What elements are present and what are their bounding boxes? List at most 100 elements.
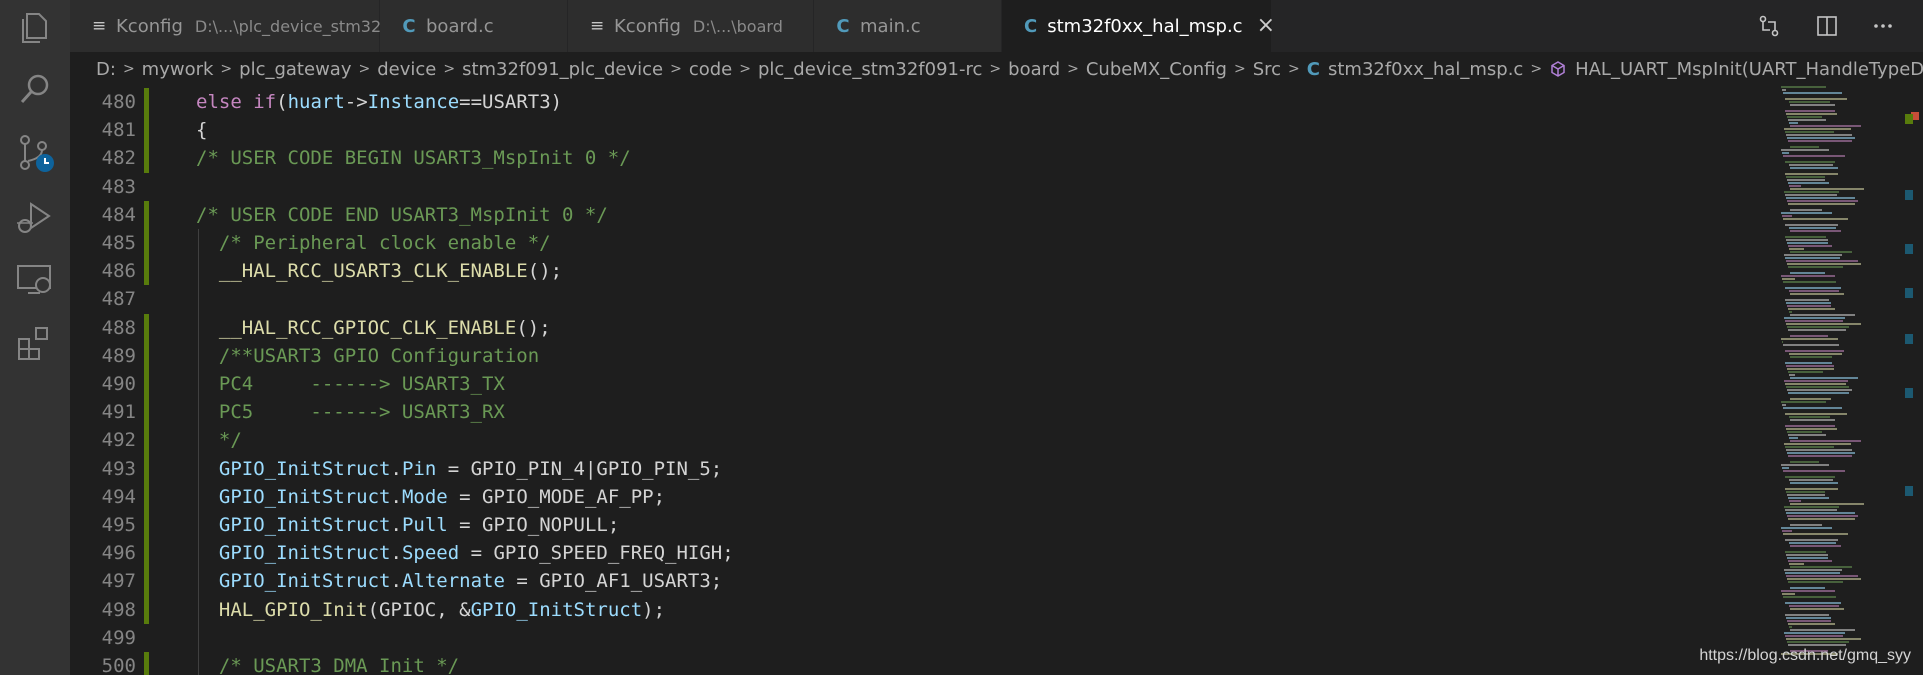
breadcrumb-item[interactable]: CubeMX_Config (1086, 59, 1227, 80)
tab-kconfig-board[interactable]: ≡ Kconfig D:\...\board (568, 0, 814, 52)
code-editor[interactable]: 480 else if(huart->Instance==USART3) 481 {4… (70, 86, 1770, 675)
indent-guide (198, 623, 199, 652)
breadcrumb-item[interactable]: Src (1253, 59, 1281, 80)
gutter-modified-marker[interactable] (144, 200, 149, 229)
extensions-icon[interactable] (14, 322, 56, 364)
gutter-modified-marker[interactable] (144, 313, 149, 342)
run-debug-icon[interactable] (14, 196, 56, 238)
code-line[interactable]: 495 GPIO_InitStruct.Pull = GPIO_NOPULL; (70, 511, 1770, 540)
gutter-modified-marker[interactable] (144, 341, 149, 370)
breadcrumb-symbol[interactable]: HAL_UART_MspInit(UART_HandleTypeDef *) (1575, 59, 1923, 80)
code-line[interactable]: 487 (70, 285, 1770, 314)
code-line[interactable]: 494 GPIO_InitStruct.Mode = GPIO_MODE_AF_… (70, 482, 1770, 511)
code-line[interactable]: 488 __HAL_RCC_GPIOC_CLK_ENABLE(); (70, 313, 1770, 342)
breadcrumb-item[interactable]: board (1008, 59, 1060, 80)
gutter-modified-marker[interactable] (144, 229, 149, 258)
close-icon[interactable]: × (1257, 15, 1275, 37)
breadcrumb-item[interactable]: mywork (142, 59, 214, 80)
code-line[interactable]: 500 /* USART3 DMA Init */ (70, 652, 1770, 675)
code-text: /* Peripheral clock enable */ (196, 232, 551, 254)
minimap-line (1784, 317, 1845, 319)
breadcrumb-item[interactable]: D: (96, 59, 116, 80)
gutter-modified-marker[interactable] (144, 257, 149, 286)
line-number: 488 (101, 316, 136, 339)
minimap-line (1790, 461, 1820, 463)
gutter-modified-marker[interactable] (144, 539, 149, 568)
minimap-line (1789, 500, 1801, 502)
gutter-modified-marker[interactable] (144, 144, 149, 173)
code-line[interactable]: 490 PC4 ------> USART3_TX (70, 370, 1770, 399)
gutter-modified-marker[interactable] (144, 511, 149, 540)
minimap-line (1785, 161, 1836, 163)
line-number: 498 (101, 598, 136, 621)
minimap[interactable] (1775, 86, 1905, 675)
breadcrumb-item[interactable]: stm32f091_plc_device (462, 59, 663, 80)
minimap-line (1781, 338, 1838, 340)
tab-kconfig-device[interactable]: ≡ Kconfig D:\...\plc_device_stm32f091-rc (70, 0, 438, 52)
code-line[interactable]: 482 /* USER CODE BEGIN USART3_MspInit 0 *… (70, 144, 1770, 173)
code-line[interactable]: 483 (70, 173, 1770, 201)
more-actions-icon[interactable] (1865, 8, 1901, 44)
minimap-line (1785, 383, 1846, 385)
minimap-line (1781, 527, 1832, 529)
vertical-scrollbar[interactable] (1905, 86, 1923, 675)
code-line[interactable]: 499 (70, 623, 1770, 652)
breadcrumb-file[interactable]: stm32f0xx_hal_msp.c (1328, 59, 1523, 80)
gutter-modified-marker[interactable] (144, 595, 149, 624)
breadcrumb-item[interactable]: code (689, 59, 732, 80)
code-line[interactable]: 486 __HAL_RCC_USART3_CLK_ENABLE(); (70, 257, 1770, 286)
source-control-icon[interactable] (14, 132, 56, 174)
minimap-line (1787, 326, 1849, 328)
code-text: GPIO_InitStruct.Speed = GPIO_SPEED_FREQ_… (218, 542, 734, 565)
breadcrumb-item[interactable]: device (377, 59, 436, 80)
overview-change-marker (1905, 334, 1913, 344)
minimap-line (1786, 491, 1826, 493)
split-editor-icon[interactable] (1809, 8, 1845, 44)
code-line[interactable]: 493 GPIO_InitStruct.Pin = GPIO_PIN_4|GPI… (70, 454, 1770, 483)
minimap-line (1786, 176, 1826, 178)
minimap-line (1784, 632, 1845, 634)
code-line[interactable]: 497 GPIO_InitStruct.Alternate = GPIO_AF1… (70, 567, 1770, 596)
gutter-modified-marker[interactable] (144, 482, 149, 511)
gutter-modified-marker[interactable] (144, 370, 149, 399)
gutter-modified-marker[interactable] (144, 652, 149, 675)
search-icon[interactable] (14, 68, 56, 110)
code-line[interactable]: 491 PC5 ------> USART3_RX (70, 398, 1770, 427)
code-line[interactable]: 496 GPIO_InitStruct.Speed = GPIO_SPEED_F… (70, 539, 1770, 568)
minimap-line (1782, 341, 1784, 343)
code-line[interactable]: 492 */ (70, 426, 1770, 455)
breadcrumb-item[interactable]: plc_gateway (239, 59, 351, 80)
code-text: GPIO_InitStruct.Pin = GPIO_PIN_4|GPIO_PI… (218, 457, 723, 480)
minimap-line (1783, 344, 1840, 346)
code-line[interactable]: 484 /* USER CODE END USART3_MspInit 0 */ (70, 200, 1770, 229)
minimap-line (1786, 323, 1861, 325)
minimap-line (1785, 110, 1835, 112)
code-line[interactable]: 485 /* Peripheral clock enable */ (70, 229, 1770, 258)
minimap-line (1785, 509, 1837, 511)
minimap-line (1787, 137, 1855, 139)
minimap-line (1787, 242, 1828, 244)
files-icon[interactable] (14, 6, 56, 48)
tab-stm32f0xx-hal-msp-c[interactable]: C stm32f0xx_hal_msp.c × (1002, 0, 1275, 52)
gutter-modified-marker[interactable] (144, 116, 149, 145)
minimap-line (1783, 281, 1837, 283)
gutter-modified-marker[interactable] (144, 398, 149, 427)
gutter-modified-marker[interactable] (144, 454, 149, 483)
code-line[interactable]: 498 HAL_GPIO_Init(GPIOC, &GPIO_InitStruc… (70, 595, 1770, 624)
minimap-line (1789, 479, 1833, 481)
minimap-line (1790, 398, 1832, 400)
open-changes-icon[interactable] (1751, 8, 1787, 44)
minimap-line (1782, 215, 1793, 217)
gutter-modified-marker[interactable] (144, 426, 149, 455)
gutter-modified-marker[interactable] (144, 88, 149, 117)
minimap-line (1783, 155, 1846, 157)
code-line[interactable]: 489 /**USART3 GPIO Configuration (70, 341, 1770, 370)
tab-board-c[interactable]: C board.c (380, 0, 568, 52)
tab-main-c[interactable]: C main.c (814, 0, 1002, 52)
gutter-modified-marker[interactable] (144, 567, 149, 596)
code-line[interactable]: 480 else if(huart->Instance==USART3) (70, 88, 1770, 117)
remote-explorer-icon[interactable] (14, 258, 56, 300)
minimap-line (1789, 185, 1801, 187)
breadcrumb-item[interactable]: plc_device_stm32f091-rc (758, 59, 982, 80)
code-line[interactable]: 481 { (70, 116, 1770, 145)
